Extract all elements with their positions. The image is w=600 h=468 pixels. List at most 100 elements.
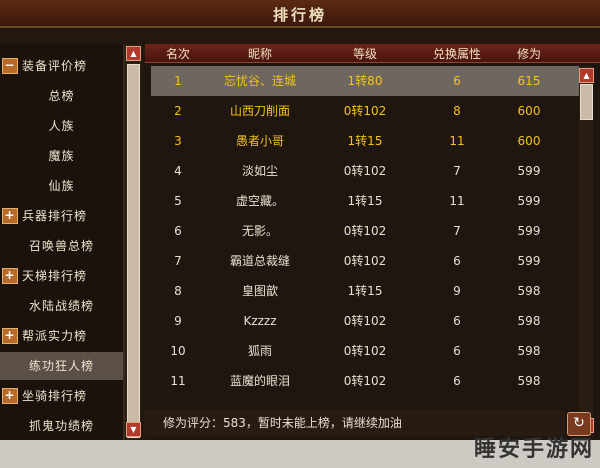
cell-name: 虚空藏。 (235, 194, 284, 208)
cell-attr: 6 (453, 254, 461, 268)
header-attr: 兑换属性 (432, 47, 481, 61)
cell-level: 0转102 (343, 104, 387, 118)
cell-level: 1转80 (347, 74, 383, 88)
header-level: 等级 (352, 47, 377, 61)
window-title: 排行榜 (272, 6, 327, 24)
ranking-window: 排行榜 − 装备评价榜总榜人族魔族仙族 + 兵器排行榜召唤兽总榜 + 天梯排行榜水陆战绩榜… (0, 0, 600, 468)
cell-name: 蓝魔的眼泪 (229, 374, 290, 388)
cell-name: Kzzzz (243, 314, 277, 328)
tree-item-label: 水陆战绩榜 (28, 299, 94, 313)
cell-xiuwei: 598 (517, 344, 541, 358)
cell-name: 皇图歆 (241, 284, 278, 298)
expand-icon[interactable]: + (2, 208, 18, 224)
category-tree: − 装备评价榜总榜人族魔族仙族 + 兵器排行榜召唤兽总榜 + 天梯排行榜水陆战绩榜 + 帮派实… (0, 44, 124, 440)
table-row[interactable]: 7 霸道总裁缝 0转102 6 599 (151, 246, 579, 276)
table-row[interactable]: 2 山西刀削面 0转102 8 600 (151, 96, 579, 126)
cell-rank: 2 (174, 104, 182, 118)
tree-item-label: 总榜 (48, 89, 75, 103)
tree-item[interactable]: 仙族 (0, 172, 123, 200)
cell-name: 淡如尘 (241, 164, 278, 178)
cell-level: 0转102 (343, 254, 387, 268)
tree-item[interactable]: + 坐骑排行榜 (0, 382, 123, 410)
table-row[interactable]: 11 蓝魔的眼泪 0转102 6 598 (151, 366, 579, 396)
tree-item-label: 人族 (48, 119, 75, 133)
cell-rank: 3 (174, 134, 182, 148)
table-row[interactable]: 9 Kzzzz 0转102 6 598 (151, 306, 579, 336)
table-scroll-thumb[interactable] (580, 84, 593, 120)
table-row[interactable]: 1 忘忧谷、连城 1转80 6 615 (151, 66, 579, 96)
cell-attr: 11 (449, 194, 465, 208)
tree-item[interactable]: + 天梯排行榜 (0, 262, 123, 290)
tree-item-label: 练功狂人榜 (28, 359, 94, 373)
table-scrollbar[interactable]: ▲ ▼ (579, 66, 594, 436)
tree-item[interactable]: 练功狂人榜 (0, 352, 123, 380)
cell-rank: 1 (174, 74, 182, 88)
cell-attr: 6 (453, 344, 461, 358)
tree-item-label: 帮派实力榜 (22, 329, 88, 343)
table-row[interactable]: 5 虚空藏。 1转15 11 599 (151, 186, 579, 216)
cell-name: 山西刀削面 (229, 104, 290, 118)
cell-xiuwei: 599 (517, 164, 541, 178)
tree-item[interactable]: − 装备评价榜 (0, 52, 123, 80)
tree-item[interactable]: 召唤兽总榜 (0, 232, 123, 260)
cell-xiuwei: 599 (517, 254, 541, 268)
cell-xiuwei: 598 (517, 284, 541, 298)
tree-item-label: 魔族 (48, 149, 75, 163)
tree-item[interactable]: 抓鬼功绩榜 (0, 412, 123, 440)
tree-item-label: 兵器排行榜 (22, 209, 88, 223)
table-row[interactable]: 4 淡如尘 0转102 7 599 (151, 156, 579, 186)
collapse-icon[interactable]: − (2, 58, 18, 74)
table-scroll-up-button[interactable]: ▲ (579, 68, 594, 83)
cell-level: 0转102 (343, 344, 387, 358)
table-header: 名次 昵称 等级 兑换属性 修为 (145, 44, 600, 63)
header-xiuwei: 修为 (516, 47, 541, 61)
cell-level: 0转102 (343, 164, 387, 178)
tree-item-label: 抓鬼功绩榜 (28, 419, 94, 433)
header-name: 昵称 (247, 47, 272, 61)
cell-name: 霸道总裁缝 (229, 254, 290, 268)
cell-rank: 10 (170, 344, 186, 358)
tree-scrollbar[interactable]: ▲ ▼ (124, 44, 141, 440)
tree-item[interactable]: 人族 (0, 112, 123, 140)
cell-attr: 6 (453, 74, 461, 88)
table-row[interactable]: 10 狐雨 0转102 6 598 (151, 336, 579, 366)
cell-xiuwei: 600 (517, 104, 541, 118)
cell-attr: 11 (449, 134, 465, 148)
tree-item[interactable]: 水陆战绩榜 (0, 292, 123, 320)
cell-name: 无影。 (241, 224, 278, 238)
cell-xiuwei: 599 (517, 224, 541, 238)
cell-attr: 7 (453, 164, 461, 178)
cell-attr: 7 (453, 224, 461, 238)
cell-rank: 4 (174, 164, 182, 178)
ranking-table: 名次 昵称 等级 兑换属性 修为 1 忘忧谷、连城 1转80 6 615 2 山西刀削面 0转… (145, 44, 600, 440)
tree-item[interactable]: 魔族 (0, 142, 123, 170)
title-bar: 排行榜 (0, 0, 600, 28)
tree-scroll-up-button[interactable]: ▲ (126, 46, 141, 61)
tree-item[interactable]: 总榜 (0, 82, 123, 110)
tree-item-label: 召唤兽总榜 (28, 239, 94, 253)
tree-item[interactable]: + 帮派实力榜 (0, 322, 123, 350)
table-row[interactable]: 8 皇图歆 1转15 9 598 (151, 276, 579, 306)
cell-attr: 8 (453, 104, 461, 118)
cell-rank: 11 (170, 374, 186, 388)
cell-level: 1转15 (347, 134, 383, 148)
tree-scroll-down-button[interactable]: ▼ (126, 422, 141, 437)
cell-rank: 7 (174, 254, 182, 268)
cell-name: 愚者小哥 (235, 134, 284, 148)
expand-icon[interactable]: + (2, 268, 18, 284)
expand-icon[interactable]: + (2, 388, 18, 404)
cell-xiuwei: 599 (517, 194, 541, 208)
tree-item-label: 天梯排行榜 (22, 269, 88, 283)
watermark-text: 睡安手游网 (473, 437, 594, 462)
table-row[interactable]: 6 无影。 0转102 7 599 (151, 216, 579, 246)
tree-item[interactable]: + 兵器排行榜 (0, 202, 123, 230)
table-row[interactable]: 3 愚者小哥 1转15 11 600 (151, 126, 579, 156)
cell-rank: 6 (174, 224, 182, 238)
expand-icon[interactable]: + (2, 328, 18, 344)
tree-item-label: 装备评价榜 (22, 59, 88, 73)
cell-rank: 5 (174, 194, 182, 208)
cell-level: 0转102 (343, 224, 387, 238)
cell-level: 1转15 (347, 284, 383, 298)
tree-scroll-thumb[interactable] (127, 64, 140, 438)
cell-xiuwei: 615 (517, 74, 541, 88)
